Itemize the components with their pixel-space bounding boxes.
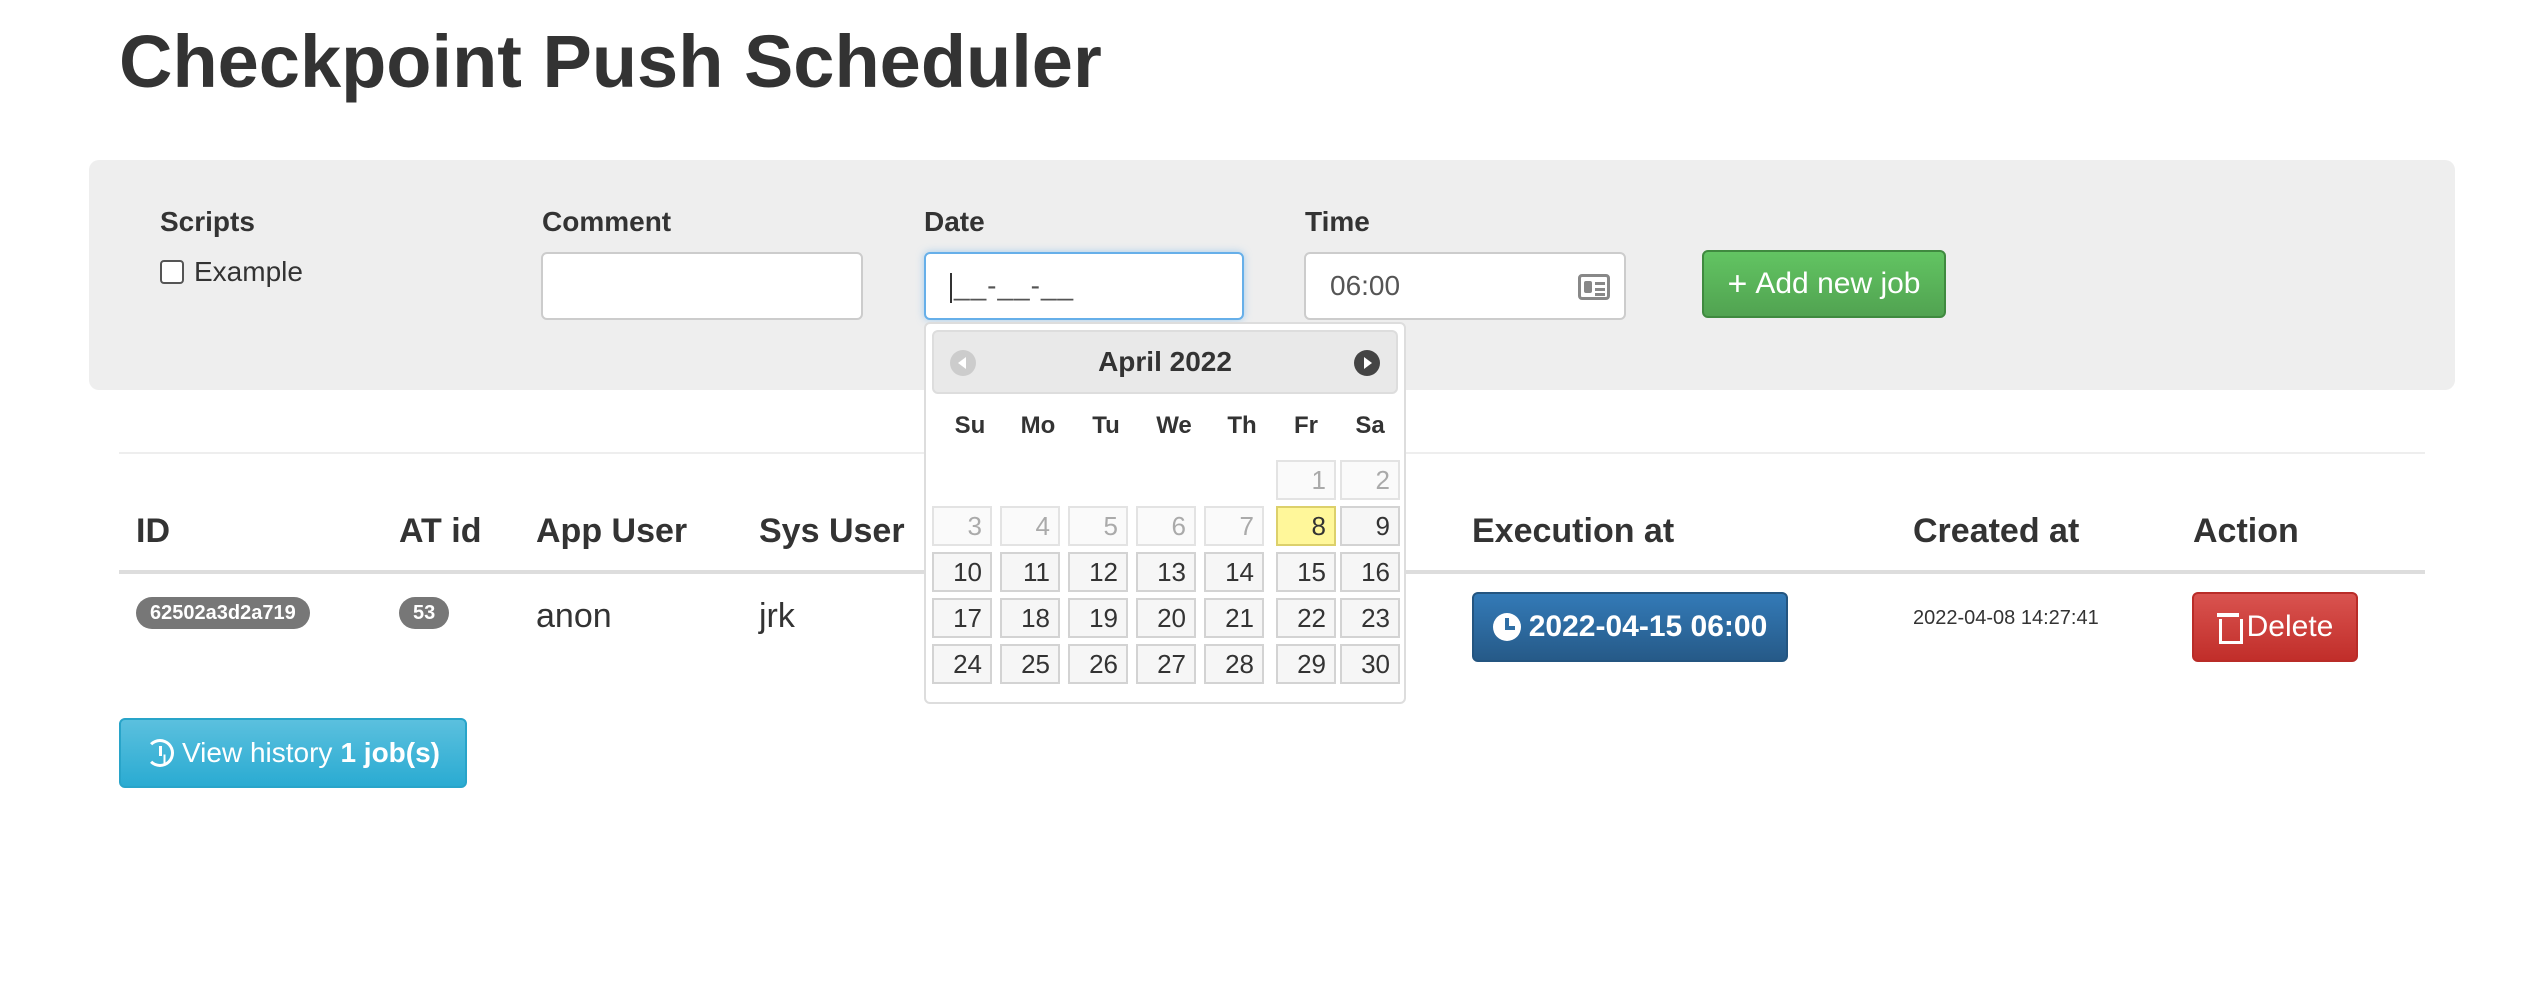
calendar-day: 4 xyxy=(1000,506,1060,546)
calendar-day[interactable]: 27 xyxy=(1136,644,1196,684)
col-header-id: ID xyxy=(136,512,170,550)
col-header-action: Action xyxy=(2193,512,2299,550)
comment-input[interactable] xyxy=(541,252,863,320)
at-id-badge: 53 xyxy=(399,597,450,629)
calendar-day[interactable]: 13 xyxy=(1136,552,1196,592)
clock-icon xyxy=(1492,613,1521,641)
view-history-label: View history xyxy=(182,737,333,768)
time-input[interactable]: 06:00 xyxy=(1304,252,1626,320)
date-label: Date xyxy=(924,206,985,237)
weekday-we: We xyxy=(1156,412,1192,439)
execution-at-value: 2022-04-15 06:00 xyxy=(1528,610,1768,643)
time-value: 06:00 xyxy=(1330,270,1401,301)
script-checkbox[interactable] xyxy=(160,260,184,284)
calendar-day[interactable]: 30 xyxy=(1340,644,1400,684)
col-header-app-user: App User xyxy=(536,512,688,550)
calendar-day[interactable]: 14 xyxy=(1204,552,1264,592)
script-option-example[interactable]: Example xyxy=(160,256,303,288)
calendar-day[interactable]: 9 xyxy=(1340,506,1400,546)
date-input[interactable]: __-__-__ xyxy=(924,252,1244,320)
calendar-day[interactable]: 20 xyxy=(1136,598,1196,638)
calendar-day[interactable]: 21 xyxy=(1204,598,1264,638)
script-option-label: Example xyxy=(194,256,303,287)
plus-icon: + xyxy=(1727,265,1748,303)
delete-button[interactable]: Delete xyxy=(2192,592,2358,662)
calendar-day: 5 xyxy=(1068,506,1128,546)
page-title: Checkpoint Push Scheduler xyxy=(119,20,1102,103)
calendar-day[interactable]: 24 xyxy=(932,644,992,684)
datepicker-month-title: April 2022 xyxy=(1098,346,1232,377)
add-new-job-label: Add new job xyxy=(1755,267,1921,300)
add-new-job-button[interactable]: + Add new job xyxy=(1702,250,1946,318)
created-at-cell: 2022-04-08 14:27:41 xyxy=(1913,607,2099,629)
comment-label: Comment xyxy=(542,206,672,237)
date-mask: __-__-__ xyxy=(954,270,1075,301)
time-label: Time xyxy=(1305,206,1370,237)
calendar-day[interactable]: 12 xyxy=(1068,552,1128,592)
calendar-day[interactable]: 22 xyxy=(1276,598,1336,638)
scripts-label: Scripts xyxy=(160,206,255,237)
weekday-sa: Sa xyxy=(1355,412,1385,439)
calendar-day[interactable]: 18 xyxy=(1000,598,1060,638)
datepicker-header: April 2022 xyxy=(932,330,1398,394)
weekday-su: Su xyxy=(954,412,986,439)
calendar-day[interactable]: 16 xyxy=(1340,552,1400,592)
job-id-badge: 62502a3d2a719 xyxy=(136,597,310,629)
calendar-day[interactable]: 23 xyxy=(1340,598,1400,638)
history-icon xyxy=(146,739,174,767)
calendar-day[interactable]: 11 xyxy=(1000,552,1060,592)
trash-icon xyxy=(2216,613,2243,644)
weekday-mo: Mo xyxy=(1020,412,1056,439)
calendar-day[interactable]: 17 xyxy=(932,598,992,638)
weekday-tu: Tu xyxy=(1092,412,1120,439)
app-user-cell: anon xyxy=(536,597,612,635)
calendar-day: 6 xyxy=(1136,506,1196,546)
calendar-day-today[interactable]: 8 xyxy=(1276,506,1336,546)
calendar-day: 3 xyxy=(932,506,992,546)
delete-label: Delete xyxy=(2246,610,2334,643)
weekday-th: Th xyxy=(1227,412,1257,439)
calendar-day[interactable]: 10 xyxy=(932,552,992,592)
sys-user-cell: jrk xyxy=(759,597,795,635)
col-header-execution-at: Execution at xyxy=(1472,512,1675,550)
col-header-at-id: AT id xyxy=(399,512,482,550)
text-caret xyxy=(950,272,952,303)
col-header-sys-user: Sys User xyxy=(759,512,905,550)
calendar-day[interactable]: 25 xyxy=(1000,644,1060,684)
next-month-icon[interactable] xyxy=(1354,350,1380,376)
datepicker-popup: April 2022 Su Mo Tu We Th Fr Sa 1 2 3 4 … xyxy=(924,322,1406,704)
calendar-day[interactable]: 15 xyxy=(1276,552,1336,592)
calendar-day[interactable]: 29 xyxy=(1276,644,1336,684)
calendar-day: 2 xyxy=(1340,460,1400,500)
history-count: 1 job(s) xyxy=(340,737,440,768)
calendar-day: 1 xyxy=(1276,460,1336,500)
execution-at-button[interactable]: 2022-04-15 06:00 xyxy=(1472,592,1788,662)
col-header-created-at: Created at xyxy=(1913,512,2080,550)
calendar-day[interactable]: 19 xyxy=(1068,598,1128,638)
weekday-fr: Fr xyxy=(1294,412,1318,439)
calendar-day: 7 xyxy=(1204,506,1264,546)
calendar-day[interactable]: 26 xyxy=(1068,644,1128,684)
view-history-button[interactable]: View history 1 job(s) xyxy=(119,718,467,788)
time-card-icon[interactable] xyxy=(1578,274,1610,300)
calendar-day[interactable]: 28 xyxy=(1204,644,1264,684)
